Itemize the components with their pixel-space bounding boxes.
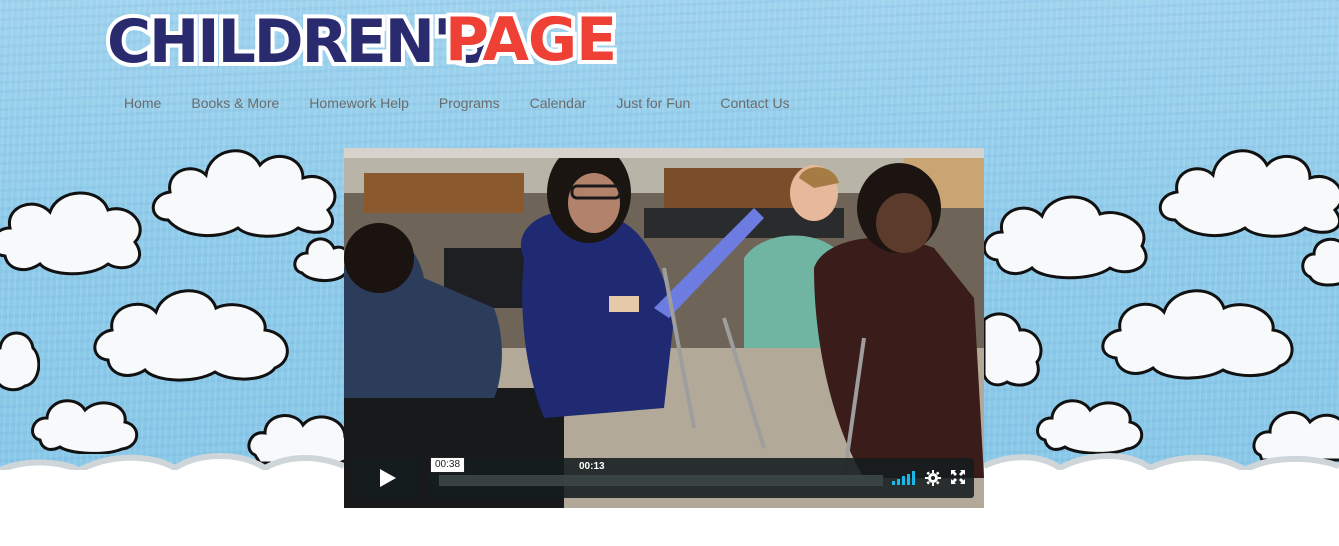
- nav-item-programs[interactable]: Programs: [424, 94, 515, 112]
- cloud-decoration: [982, 195, 1148, 280]
- video-player[interactable]: 00:13 00:38: [344, 148, 984, 508]
- nav-item-just-for-fun[interactable]: Just for Fun: [601, 94, 705, 112]
- nav-item-calendar[interactable]: Calendar: [515, 94, 602, 112]
- cloud-decoration: [1101, 289, 1294, 380]
- nav-item-contact-us[interactable]: Contact Us: [705, 94, 804, 112]
- video-progress-bar: 00:13: [429, 458, 974, 498]
- logo-text-page: PAGE: [445, 5, 616, 75]
- logo-text-childrens: CHILDREN'S: [107, 7, 491, 77]
- site-logo[interactable]: CHILDREN'S PAGE: [103, 1, 621, 81]
- cloud-decoration: [0, 331, 40, 392]
- video-frame-classroom: [344, 148, 984, 508]
- current-time: 00:13: [579, 461, 605, 472]
- cloud-decoration: [293, 237, 352, 282]
- cloud-decoration: [93, 289, 289, 382]
- play-icon: [380, 469, 396, 487]
- seek-track[interactable]: [439, 475, 883, 486]
- video-controls: 00:13 00:38: [354, 457, 974, 498]
- fullscreen-icon[interactable]: [951, 470, 965, 484]
- play-button[interactable]: [354, 458, 419, 498]
- cloud-decoration: [0, 191, 142, 276]
- cloud-decoration: [1301, 237, 1339, 287]
- cloud-decoration: [151, 149, 337, 238]
- seek-hover-tooltip: 00:38: [430, 457, 466, 473]
- cloud-decoration: [1158, 149, 1339, 238]
- main-navigation: Home Books & More Homework Help Programs…: [109, 94, 805, 112]
- nav-item-homework-help[interactable]: Homework Help: [294, 94, 424, 112]
- volume-icon[interactable]: [892, 471, 916, 485]
- settings-gear-icon[interactable]: [925, 470, 941, 486]
- nav-item-home[interactable]: Home: [109, 94, 176, 112]
- nav-item-books-more[interactable]: Books & More: [176, 94, 294, 112]
- cloud-decoration: [982, 312, 1043, 387]
